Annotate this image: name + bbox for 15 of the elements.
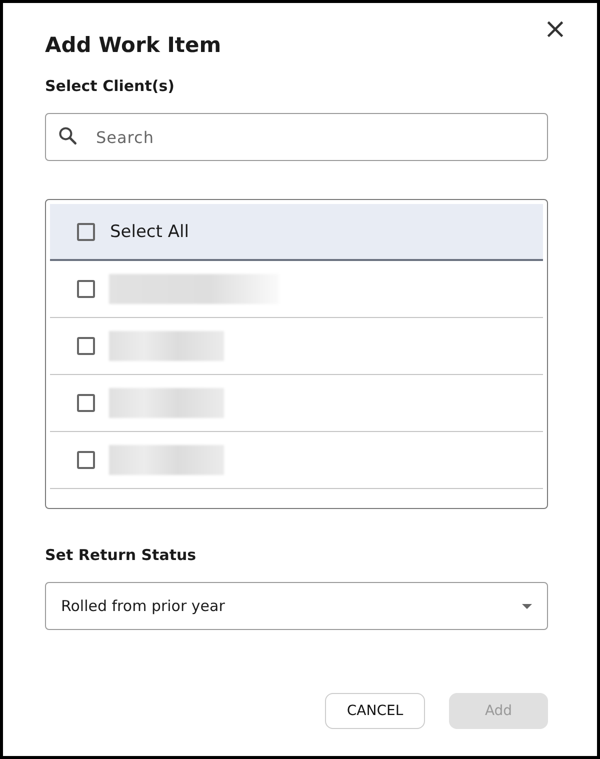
cancel-button[interactable]: CANCEL <box>325 693 425 729</box>
checkbox[interactable] <box>77 222 95 240</box>
dialog-title: Add Work Item <box>45 32 222 59</box>
select-all-label: Select All <box>110 222 189 242</box>
section-label: Select Client(s) <box>45 76 176 96</box>
search-field[interactable]: Search <box>45 113 548 161</box>
close-button[interactable]: × <box>542 15 569 43</box>
section-label: Set Return Status <box>45 545 198 565</box>
caret-icon <box>522 604 532 608</box>
checkbox[interactable] <box>77 337 95 355</box>
search-icon <box>57 125 79 147</box>
checkbox[interactable] <box>77 280 95 298</box>
checkbox[interactable] <box>77 394 95 412</box>
status-dropdown[interactable]: Rolled from prior year <box>45 582 548 630</box>
checkbox[interactable] <box>77 451 95 469</box>
